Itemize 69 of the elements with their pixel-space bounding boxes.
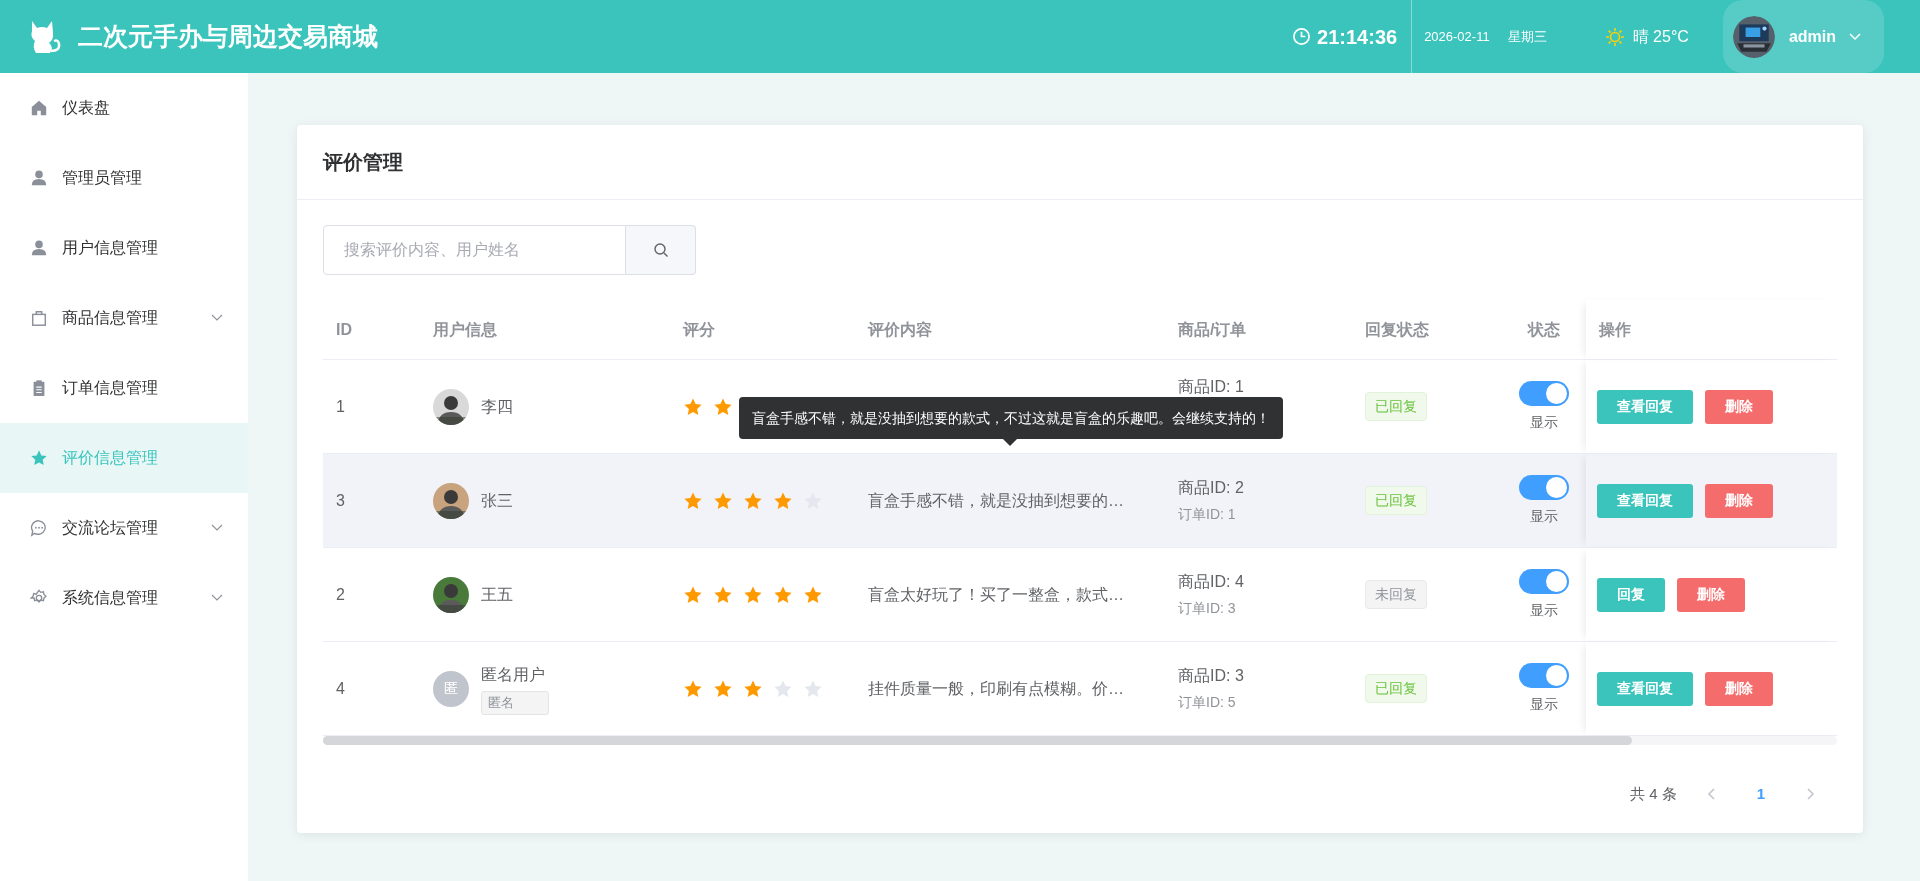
order-id: 订单ID: 5 <box>1178 693 1237 712</box>
total-count: 共 4 条 <box>1629 784 1677 804</box>
table-row[interactable]: 2 王五 盲盒太好玩了！买了一整盒，款式… 商品ID: 4 订单ID: 3 未回复 显示 回复 删除 <box>323 548 1837 642</box>
order-id: 订单ID: 3 <box>1178 599 1237 618</box>
weekday-text: 星期三 <box>1507 27 1547 46</box>
toggle-switch[interactable] <box>1519 380 1569 406</box>
table-row[interactable]: 3 张三 盲盒手感不错，就是没抽到想要的… 商品ID: 2 订单ID: 1 已回复 显示 查看回复 删除 <box>323 454 1837 548</box>
clock-icon <box>1292 27 1312 46</box>
column-header: 用户信息 <box>433 319 497 340</box>
chat-icon <box>30 519 48 537</box>
table-cell-text: 1 <box>336 396 345 417</box>
person-icon <box>30 239 48 257</box>
clock-time: 21:14:36 <box>1317 24 1398 50</box>
person-icon <box>30 169 48 187</box>
table-cell-text: 3 <box>336 490 345 511</box>
switch-label: 显示 <box>1530 412 1558 432</box>
column-header: ID <box>336 319 352 340</box>
column-header: 操作 <box>1599 319 1631 340</box>
table-row[interactable]: 4 匿 匿名用户 匿名 挂件质量一般，印刷有点模糊。价… 商品ID: 3 订单ID: 5 已回复 显示 查看回复 删除 <box>323 642 1837 736</box>
avatar: 匿 <box>433 670 469 707</box>
sidebar-item[interactable]: 交流论坛管理 <box>0 493 248 563</box>
reply-status-tag: 已回复 <box>1365 392 1427 421</box>
date-text: 2026-02-11 <box>1424 27 1490 46</box>
product-id: 商品ID: 3 <box>1178 666 1245 686</box>
switch-label: 显示 <box>1530 694 1558 714</box>
app-title: 二次元手办与周边交易商城 <box>78 20 378 52</box>
table-cell-text: 2 <box>336 584 345 605</box>
column-header: 回复状态 <box>1365 319 1429 340</box>
user-name: 张三 <box>481 490 513 511</box>
user-name: 李四 <box>481 396 513 417</box>
sidebar-item[interactable]: 管理员管理 <box>0 143 248 213</box>
sidebar-item[interactable]: 用户信息管理 <box>0 213 248 283</box>
user-name: 王五 <box>481 584 513 605</box>
column-header: 评分 <box>683 319 715 340</box>
tooltip-arrow <box>1003 439 1017 446</box>
switch-label: 显示 <box>1530 506 1558 526</box>
tooltip: 盲盒手感不错，就是没抽到想要的款式，不过这就是盲盒的乐趣吧。会继续支持的！ <box>739 397 1283 439</box>
column-header: 商品/订单 <box>1178 319 1247 340</box>
bag-icon <box>30 309 48 327</box>
reply-status-tag: 已回复 <box>1365 486 1427 515</box>
sun-icon <box>1604 26 1625 47</box>
card-title: 评价管理 <box>323 150 403 175</box>
search-icon <box>652 242 669 258</box>
product-id: 商品ID: 4 <box>1178 572 1245 592</box>
search-field[interactable]: 搜索评价内容、用户姓名 <box>323 225 626 275</box>
column-header: 评价内容 <box>868 319 932 340</box>
reply-status-tag: 已回复 <box>1365 674 1427 703</box>
user-name: 匿名用户 <box>481 664 546 685</box>
reply-status-tag: 未回复 <box>1365 580 1427 609</box>
table-cell-text: 4 <box>336 678 345 699</box>
product-id: 商品ID: 1 <box>1178 376 1245 397</box>
sidebar-item[interactable]: 商品信息管理 <box>0 283 248 353</box>
sidebar-item[interactable]: 仪表盘 <box>0 73 248 143</box>
column-header: 状态 <box>1528 319 1560 340</box>
toggle-switch[interactable] <box>1519 662 1569 688</box>
toggle-switch[interactable] <box>1519 568 1569 594</box>
star-icon <box>30 449 48 467</box>
anonymous-tag: 匿名 <box>481 690 549 715</box>
toggle-switch[interactable] <box>1519 474 1569 500</box>
review-text: 盲盒太好玩了！买了一整盒，款式… <box>868 584 1124 605</box>
product-id: 商品ID: 2 <box>1178 478 1245 498</box>
review-text: 挂件质量一般，印刷有点模糊。价… <box>868 678 1124 699</box>
sidebar-item[interactable]: 系统信息管理 <box>0 563 248 633</box>
switch-label: 显示 <box>1530 600 1558 620</box>
home-icon <box>30 99 48 117</box>
order-id: 订单ID: 1 <box>1178 505 1237 524</box>
weather-text: 晴 25°C <box>1632 26 1689 47</box>
sidebar-item[interactable]: 订单信息管理 <box>0 353 248 423</box>
review-text: 盲盒手感不错，就是没抽到想要的… <box>868 490 1124 511</box>
